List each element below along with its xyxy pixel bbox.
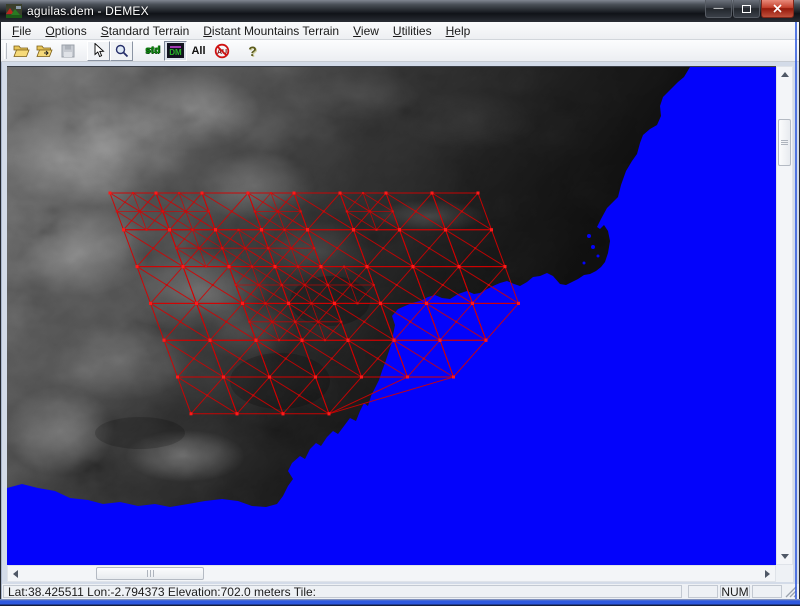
scroll-right-button[interactable] — [760, 566, 775, 581]
terrain-map — [7, 67, 776, 566]
close-icon — [773, 4, 782, 13]
menu-distant-mountains-terrain[interactable]: Distant Mountains Terrain — [196, 23, 346, 39]
distant-mountains-chip: DM — [167, 43, 184, 58]
prohibition-icon: AU — [214, 43, 230, 59]
cursor-arrow-icon — [92, 43, 105, 58]
status-scrl-indicator — [752, 585, 782, 598]
vertical-scrollbar[interactable] — [776, 66, 793, 565]
close-button[interactable] — [761, 0, 794, 18]
status-coordinates: Lat:38.425511 Lon:-2.794373 Elevation:70… — [3, 585, 682, 598]
arrow-down-icon — [781, 554, 789, 559]
floppy-disk-icon — [61, 44, 75, 58]
menu-options[interactable]: Options — [38, 23, 93, 39]
open-project-button[interactable] — [33, 41, 56, 61]
window-right-border — [795, 22, 797, 599]
magnifier-icon — [115, 44, 129, 58]
demex-window: aguilas.dem - DEMEX — FileOptionsStandar… — [0, 0, 800, 606]
select-tool-button[interactable] — [87, 41, 110, 61]
window-bottom-border — [0, 599, 800, 606]
standard-terrain-toggle[interactable]: std — [141, 41, 164, 61]
zoom-tool-button[interactable] — [110, 41, 133, 61]
status-bar: Lat:38.425511 Lon:-2.794373 Elevation:70… — [1, 584, 799, 599]
scroll-up-button[interactable] — [777, 67, 792, 82]
no-autogen-toggle[interactable]: AU — [210, 41, 233, 61]
show-all-toggle[interactable]: All — [187, 41, 210, 61]
menu-utilities[interactable]: Utilities — [386, 23, 439, 39]
minimize-button[interactable]: — — [705, 0, 732, 18]
vertical-scroll-thumb[interactable] — [778, 119, 791, 166]
maximize-button[interactable] — [733, 0, 760, 18]
menu-standard-terrain[interactable]: Standard Terrain — [94, 23, 197, 39]
app-icon — [6, 4, 22, 18]
arrow-up-icon — [781, 72, 789, 77]
scroll-down-button[interactable] — [777, 549, 792, 564]
folder-open-arrow-icon — [36, 44, 53, 58]
map-viewport[interactable] — [7, 66, 776, 565]
menu-view[interactable]: View — [346, 23, 386, 39]
open-file-button[interactable] — [10, 41, 33, 61]
show-all-label: All — [191, 45, 205, 57]
status-caps-indicator — [688, 585, 718, 598]
scrollbar-corner — [776, 565, 793, 582]
window-title: aguilas.dem - DEMEX — [27, 4, 149, 18]
folder-open-icon — [13, 44, 30, 58]
help-button[interactable]: ? — [241, 41, 264, 61]
distant-mountains-toggle[interactable]: DM — [164, 41, 187, 61]
standard-terrain-label: std — [145, 45, 160, 56]
scroll-left-button[interactable] — [8, 566, 23, 581]
maximize-icon — [742, 5, 751, 13]
window-titlebar[interactable]: aguilas.dem - DEMEX — — [0, 0, 800, 22]
help-question-icon: ? — [248, 43, 257, 59]
horizontal-scroll-thumb[interactable] — [96, 567, 204, 580]
menu-bar: FileOptionsStandard TerrainDistant Mount… — [1, 22, 799, 40]
toolbar-grip[interactable] — [4, 43, 7, 59]
menu-file[interactable]: File — [5, 23, 38, 39]
toolbar: std DM All AU ? — [1, 40, 799, 62]
status-num-indicator: NUM — [720, 585, 750, 598]
save-button[interactable] — [56, 41, 79, 61]
distant-mountains-label: DM — [169, 49, 181, 56]
horizontal-scrollbar[interactable] — [7, 565, 776, 582]
arrow-left-icon — [13, 570, 18, 578]
arrow-right-icon — [765, 570, 770, 578]
window-left-border — [1, 62, 2, 599]
menu-help[interactable]: Help — [439, 23, 478, 39]
